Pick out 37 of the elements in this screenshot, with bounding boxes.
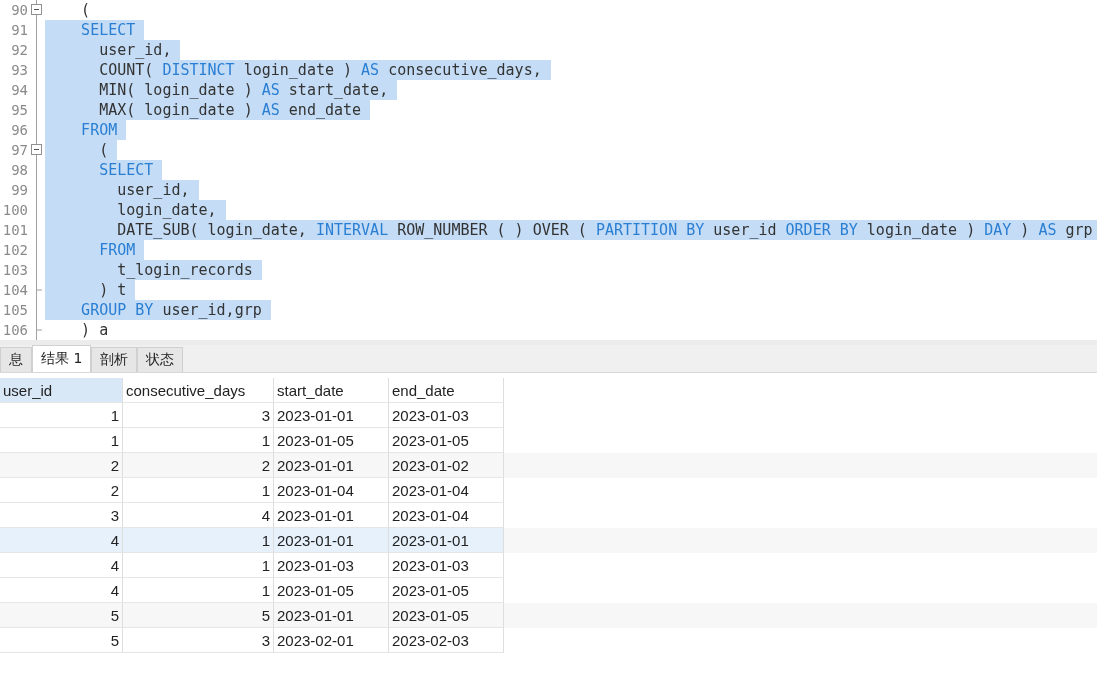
collapse-icon[interactable]: [31, 144, 42, 155]
line-number: 96: [10, 122, 28, 138]
column-header[interactable]: user_id: [0, 378, 123, 403]
table-cell: 2023-02-01: [274, 628, 389, 653]
column-header[interactable]: consecutive_days: [123, 378, 274, 403]
table-cell: 5: [0, 628, 123, 653]
table-cell: 2023-01-01: [274, 528, 389, 553]
line-number: 98: [10, 162, 28, 178]
line-number: 101: [1, 222, 28, 238]
code-line: ) a: [80, 320, 109, 340]
line-number: 105: [1, 302, 28, 318]
result-tab[interactable]: 息: [0, 347, 32, 372]
table-cell: 1: [123, 528, 274, 553]
line-number: 100: [1, 202, 28, 218]
line-number: 93: [10, 62, 28, 78]
line-number: 95: [10, 102, 28, 118]
collapse-icon[interactable]: [31, 4, 42, 15]
line-number: 94: [10, 82, 28, 98]
table-cell: 2023-01-01: [389, 528, 504, 553]
table-cell: 3: [123, 628, 274, 653]
table-cell: 4: [0, 528, 123, 553]
result-tab[interactable]: 结果 1: [32, 345, 92, 372]
line-number: 102: [1, 242, 28, 258]
column-header[interactable]: start_date: [274, 378, 389, 403]
line-number: 99: [10, 182, 28, 198]
result-tab[interactable]: 状态: [137, 347, 184, 372]
line-number: 91: [10, 22, 28, 38]
result-tab[interactable]: 剖析: [91, 347, 138, 372]
code-line: (: [80, 0, 91, 20]
line-number: 90: [10, 2, 28, 18]
line-number: 106: [1, 322, 28, 338]
line-number: 103: [1, 262, 28, 278]
column-header[interactable]: end_date: [389, 378, 504, 403]
line-number: 104: [1, 282, 28, 298]
table-cell: 2023-02-03: [389, 628, 504, 653]
line-number: 97: [10, 142, 28, 158]
line-number: 92: [10, 42, 28, 58]
